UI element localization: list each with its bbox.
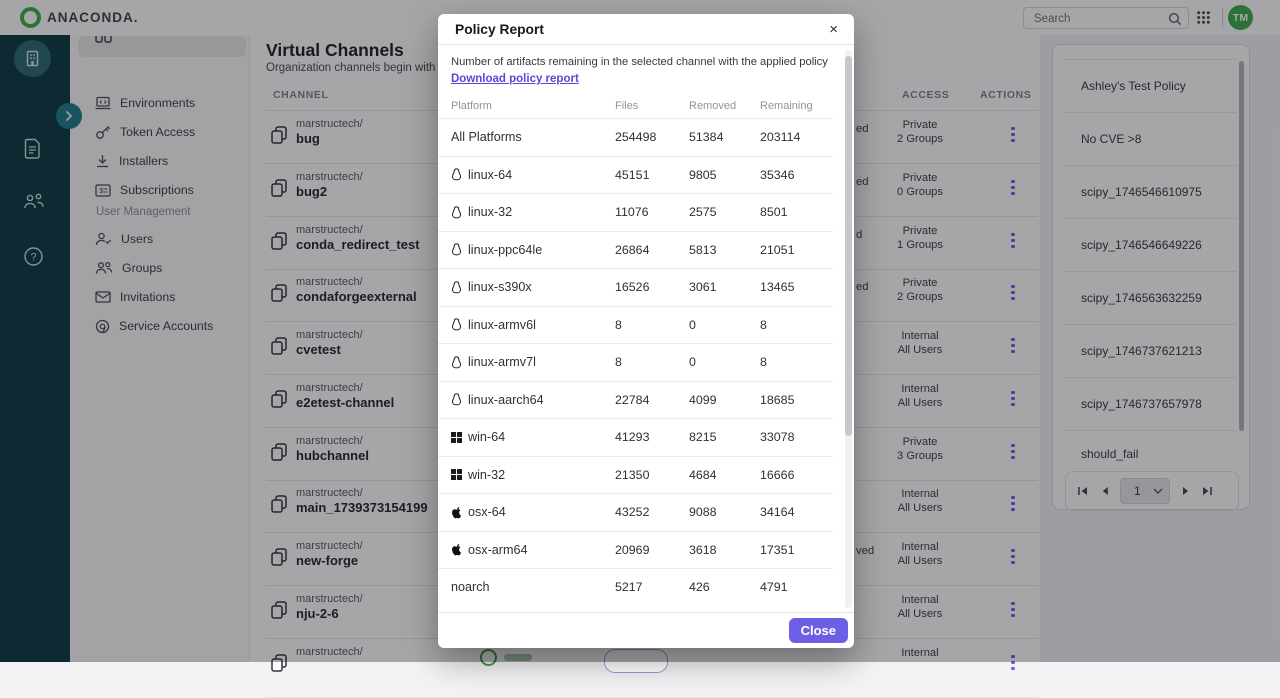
removed-value: 5813 bbox=[689, 243, 760, 257]
files-value: 8 bbox=[615, 318, 689, 332]
removed-value: 8215 bbox=[689, 430, 760, 444]
remaining-value: 17351 bbox=[760, 543, 833, 557]
files-value: 22784 bbox=[615, 393, 689, 407]
remaining-value: 16666 bbox=[760, 468, 833, 482]
platform-name: linux-s390x bbox=[468, 280, 532, 294]
apple-icon bbox=[451, 506, 462, 519]
table-row: linux-aarch64 22784 4099 18685 bbox=[438, 381, 833, 419]
platform-name: linux-32 bbox=[468, 205, 512, 219]
remaining-value: 8 bbox=[760, 355, 833, 369]
column-header-platform: Platform bbox=[451, 100, 615, 112]
table-row: linux-armv7l 8 0 8 bbox=[438, 343, 833, 381]
remaining-value: 34164 bbox=[760, 505, 833, 519]
report-table-header: Platform Files Removed Remaining bbox=[438, 100, 833, 112]
column-header-removed: Removed bbox=[689, 100, 760, 112]
platform-name: linux-64 bbox=[468, 168, 512, 182]
removed-value: 0 bbox=[689, 318, 760, 332]
remaining-value: 4791 bbox=[760, 580, 833, 594]
platform-name: noarch bbox=[451, 580, 490, 594]
files-value: 26864 bbox=[615, 243, 689, 257]
report-table: All Platforms 254498 51384 203114 linux-… bbox=[438, 118, 833, 606]
platform-name: osx-arm64 bbox=[468, 543, 528, 557]
table-row: noarch 5217 426 4791 bbox=[438, 568, 833, 606]
modal-description: Number of artifacts remaining in the sel… bbox=[451, 56, 828, 68]
close-icon[interactable]: × bbox=[829, 21, 838, 38]
files-value: 20969 bbox=[615, 543, 689, 557]
table-row: All Platforms 254498 51384 203114 bbox=[438, 118, 833, 156]
files-value: 41293 bbox=[615, 430, 689, 444]
modal-title: Policy Report bbox=[455, 22, 544, 37]
platform-name: linux-armv7l bbox=[468, 355, 536, 369]
windows-icon bbox=[451, 469, 462, 480]
platform-name: All Platforms bbox=[451, 130, 522, 144]
modal-footer-divider bbox=[438, 612, 854, 613]
linux-icon bbox=[451, 393, 462, 406]
removed-value: 4684 bbox=[689, 468, 760, 482]
removed-value: 0 bbox=[689, 355, 760, 369]
files-value: 5217 bbox=[615, 580, 689, 594]
table-row: linux-s390x 16526 3061 13465 bbox=[438, 268, 833, 306]
table-row: linux-armv6l 8 0 8 bbox=[438, 306, 833, 344]
files-value: 16526 bbox=[615, 280, 689, 294]
removed-value: 2575 bbox=[689, 205, 760, 219]
modal-scrollbar-thumb[interactable] bbox=[845, 56, 852, 436]
remaining-value: 33078 bbox=[760, 430, 833, 444]
column-header-files: Files bbox=[615, 100, 689, 112]
remaining-value: 203114 bbox=[760, 130, 833, 144]
files-value: 8 bbox=[615, 355, 689, 369]
remaining-value: 18685 bbox=[760, 393, 833, 407]
removed-value: 51384 bbox=[689, 130, 760, 144]
platform-name: win-64 bbox=[468, 430, 505, 444]
windows-icon bbox=[451, 432, 462, 443]
files-value: 43252 bbox=[615, 505, 689, 519]
files-value: 254498 bbox=[615, 130, 689, 144]
removed-value: 426 bbox=[689, 580, 760, 594]
removed-value: 9088 bbox=[689, 505, 760, 519]
remaining-value: 21051 bbox=[760, 243, 833, 257]
table-row: linux-ppc64le 26864 5813 21051 bbox=[438, 231, 833, 269]
policy-report-modal: Policy Report × Number of artifacts rema… bbox=[438, 14, 854, 648]
table-row: win-64 41293 8215 33078 bbox=[438, 418, 833, 456]
close-button[interactable]: Close bbox=[789, 618, 848, 643]
remaining-value: 35346 bbox=[760, 168, 833, 182]
remaining-value: 8 bbox=[760, 318, 833, 332]
table-row: osx-arm64 20969 3618 17351 bbox=[438, 531, 833, 569]
removed-value: 4099 bbox=[689, 393, 760, 407]
linux-icon bbox=[451, 318, 462, 331]
platform-name: linux-armv6l bbox=[468, 318, 536, 332]
remaining-value: 8501 bbox=[760, 205, 833, 219]
linux-icon bbox=[451, 206, 462, 219]
removed-value: 3618 bbox=[689, 543, 760, 557]
modal-header-divider bbox=[438, 44, 854, 45]
table-row: osx-64 43252 9088 34164 bbox=[438, 493, 833, 531]
table-row: linux-64 45151 9805 35346 bbox=[438, 156, 833, 194]
platform-name: osx-64 bbox=[468, 505, 506, 519]
linux-icon bbox=[451, 243, 462, 256]
files-value: 11076 bbox=[615, 205, 689, 219]
files-value: 45151 bbox=[615, 168, 689, 182]
linux-icon bbox=[451, 281, 462, 294]
remaining-value: 13465 bbox=[760, 280, 833, 294]
table-row: linux-32 11076 2575 8501 bbox=[438, 193, 833, 231]
apple-icon bbox=[451, 543, 462, 556]
modal-scrollbar[interactable] bbox=[845, 50, 852, 608]
table-row: win-32 21350 4684 16666 bbox=[438, 456, 833, 494]
platform-name: linux-aarch64 bbox=[468, 393, 544, 407]
platform-name: win-32 bbox=[468, 468, 505, 482]
linux-icon bbox=[451, 356, 462, 369]
removed-value: 9805 bbox=[689, 168, 760, 182]
column-header-remaining: Remaining bbox=[760, 100, 833, 112]
files-value: 21350 bbox=[615, 468, 689, 482]
platform-name: linux-ppc64le bbox=[468, 243, 542, 257]
linux-icon bbox=[451, 168, 462, 181]
download-policy-report-link[interactable]: Download policy report bbox=[451, 73, 579, 85]
removed-value: 3061 bbox=[689, 280, 760, 294]
